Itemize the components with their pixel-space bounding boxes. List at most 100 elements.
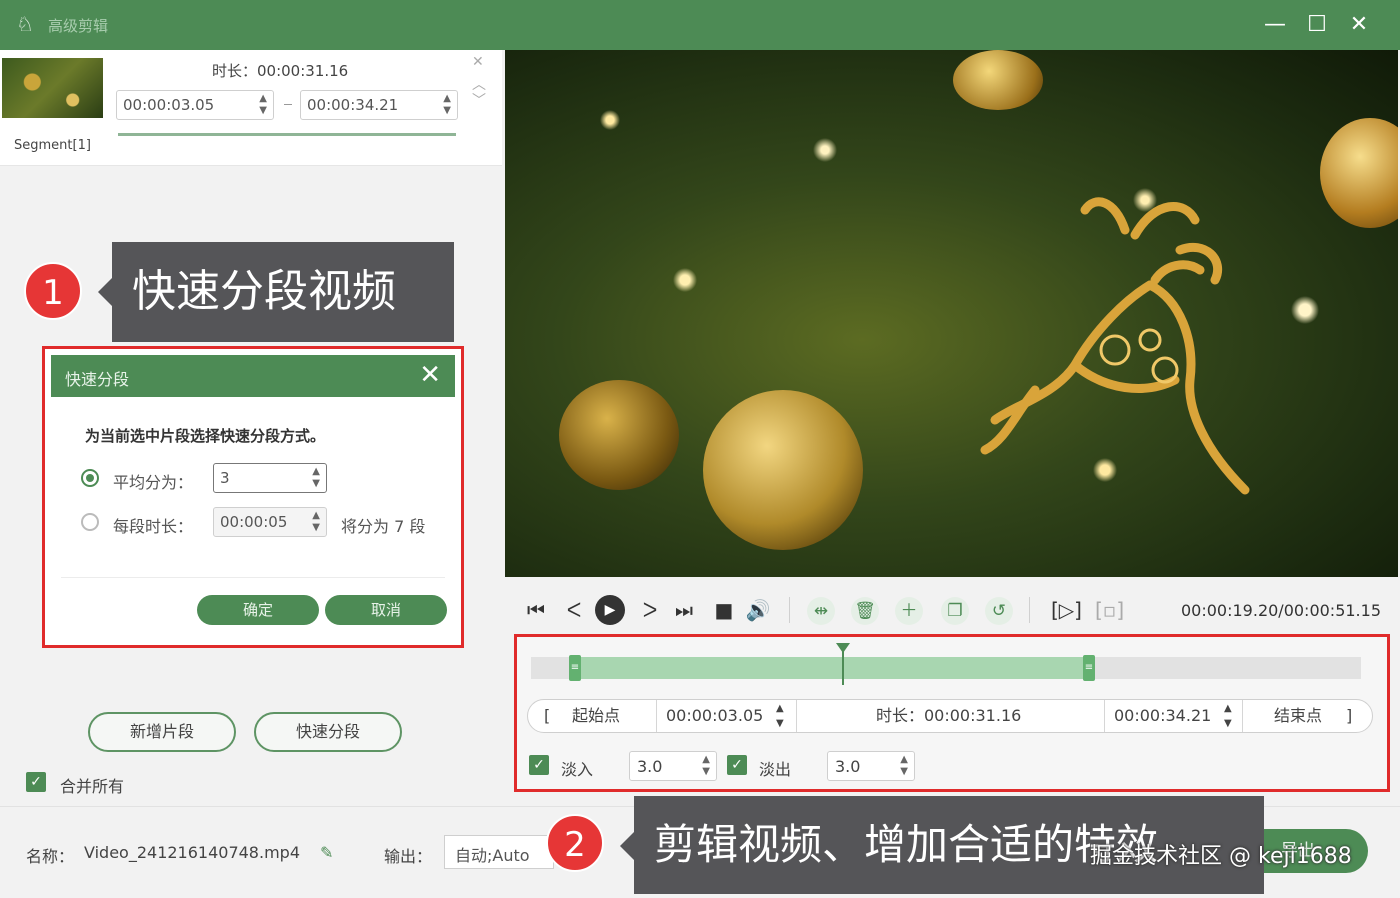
add-icon[interactable]: ＋ — [895, 597, 923, 625]
fullscreen-icon[interactable]: [▫] — [1095, 597, 1124, 623]
fade-out-checkbox[interactable]: ✓ — [727, 755, 747, 775]
range-end-value[interactable]: 00:00:34.21 — [1114, 700, 1211, 732]
output-filename: Video_241216140748.mp4 — [84, 843, 300, 862]
range-divider — [1242, 700, 1243, 732]
output-select-value: 自动;Auto — [455, 846, 530, 865]
video-preview[interactable] — [505, 50, 1398, 577]
split-duration-label: 每段时长： — [113, 517, 194, 536]
ornament-image — [703, 390, 863, 550]
skip-to-start-icon[interactable]: ⏮ — [523, 597, 549, 623]
watermark: 掘金技术社区 @ keji1688 — [1090, 844, 1352, 869]
ornament-image — [559, 380, 679, 490]
toolbar-divider — [789, 597, 790, 623]
stepper-arrows-icon[interactable]: ▲ ▼ — [312, 510, 320, 534]
segment-duration: 时长：00:00:31.16 — [212, 62, 349, 80]
segment-card[interactable]: Segment[1] 时长：00:00:31.16 00:00:03.05 ▲ ▼… — [0, 50, 502, 166]
range-divider — [656, 700, 657, 732]
range-divider — [796, 700, 797, 732]
output-select[interactable]: 自动;Auto — [444, 835, 554, 869]
play-button[interactable]: ▶ — [595, 595, 625, 625]
split-count-note: 将分为 7 段 — [341, 517, 426, 536]
end-stepper-icon[interactable]: ▲ ▼ — [1224, 700, 1232, 732]
range-duration: 时长：00:00:31.16 — [876, 706, 1022, 725]
previous-frame-icon[interactable]: ᐸ — [561, 597, 587, 623]
start-stepper-icon[interactable]: ▲ ▼ — [776, 700, 784, 732]
fade-in-label: 淡入 — [561, 760, 594, 779]
fade-in-checkbox[interactable]: ✓ — [529, 755, 549, 775]
split-icon[interactable]: ⇹ — [807, 597, 835, 625]
segment-end-value: 00:00:34.21 — [307, 96, 399, 114]
fade-out-input[interactable]: 3.0 ▲ ▼ — [827, 751, 915, 781]
split-even-input[interactable]: 3 ▲ ▼ — [213, 463, 327, 493]
split-duration-input[interactable]: 00:00:05 ▲ ▼ — [213, 507, 327, 537]
timeline-editor-highlight: ≡ ≡ [ 起始点 00:00:03.05 ▲ ▼ 时长：00:00:31.16 … — [514, 634, 1390, 792]
dialog-divider — [61, 577, 445, 578]
playback-timecode: 00:00:19.20/00:00:51.15 — [1181, 601, 1381, 620]
callout-badge-2: 2 — [546, 814, 604, 872]
move-down-icon[interactable]: ﹀ — [472, 90, 486, 110]
set-start-bracket-icon[interactable]: [ — [544, 700, 550, 732]
copy-icon[interactable]: ❐ — [941, 597, 969, 625]
selected-range[interactable]: ≡ ≡ — [569, 655, 1095, 681]
set-start-button[interactable]: 起始点 — [572, 700, 620, 732]
dialog-close-icon[interactable]: ✕ — [419, 360, 441, 390]
range-start-handle[interactable]: ≡ — [569, 655, 581, 681]
split-duration-radio[interactable] — [81, 513, 99, 531]
set-end-bracket-icon[interactable]: ] — [1346, 700, 1352, 732]
toolbar-divider — [1029, 597, 1030, 623]
app-logo-icon: ♘ — [16, 12, 34, 36]
dialog-body: 为当前选中片段选择快速分段方式。 平均分为： 3 ▲ ▼ 每段时长： 00:00:… — [51, 397, 455, 639]
segment-end-input[interactable]: 00:00:34.21 ▲ ▼ — [300, 90, 458, 120]
merge-all-label: 合并所有 — [60, 777, 125, 796]
playhead[interactable] — [836, 643, 850, 685]
quick-split-dialog-highlight: 快速分段 ✕ 为当前选中片段选择快速分段方式。 平均分为： 3 ▲ ▼ 每段时长：… — [42, 346, 464, 648]
dialog-title: 快速分段 — [65, 370, 130, 389]
dialog-confirm-button[interactable]: 确定 — [197, 595, 319, 625]
segment-thumbnail[interactable] — [2, 58, 103, 118]
output-label: 输出： — [384, 847, 433, 866]
delete-icon[interactable]: 🗑 — [851, 597, 879, 625]
range-dash — [284, 104, 292, 105]
dialog-prompt: 为当前选中片段选择快速分段方式。 — [85, 427, 326, 445]
name-label: 名称： — [26, 847, 75, 866]
fade-out-label: 淡出 — [759, 760, 792, 779]
close-button[interactable]: ✕ — [1346, 12, 1372, 38]
maximize-button[interactable]: ☐ — [1304, 12, 1330, 38]
fade-in-input[interactable]: 3.0 ▲ ▼ — [629, 751, 717, 781]
range-divider — [1104, 700, 1105, 732]
merge-all-checkbox[interactable]: ✓ — [26, 772, 46, 792]
segment-name: Segment[1] — [14, 138, 91, 153]
stepper-arrows-icon[interactable]: ▲ ▼ — [702, 754, 710, 778]
stepper-arrows-icon[interactable]: ▲ ▼ — [312, 466, 320, 490]
range-start-value[interactable]: 00:00:03.05 — [666, 700, 763, 732]
skip-to-end-icon[interactable]: ⏭ — [671, 597, 697, 623]
delete-segment-icon[interactable]: ✕ — [472, 54, 484, 70]
reindeer-ornament-image — [980, 197, 1250, 495]
dialog-cancel-button[interactable]: 取消 — [325, 595, 447, 625]
stepper-arrows-icon[interactable]: ▲ ▼ — [259, 93, 267, 117]
segment-progress — [118, 133, 456, 136]
set-end-button[interactable]: 结束点 — [1274, 700, 1322, 732]
ornament-image — [1320, 118, 1398, 228]
quick-split-button[interactable]: 快速分段 — [254, 712, 402, 752]
fade-out-value: 3.0 — [835, 757, 861, 776]
split-even-radio[interactable] — [81, 469, 99, 487]
next-frame-icon[interactable]: ᐳ — [637, 597, 663, 623]
stop-icon[interactable]: ■ — [711, 597, 737, 623]
preview-segment-icon[interactable]: [▷] — [1051, 597, 1082, 623]
timeline-track[interactable]: ≡ ≡ — [531, 655, 1361, 681]
segment-start-input[interactable]: 00:00:03.05 ▲ ▼ — [116, 90, 274, 120]
window-title: 高级剪辑 — [48, 17, 109, 35]
edit-name-icon[interactable]: ✎ — [320, 843, 333, 862]
callout-badge-1: 1 — [24, 262, 82, 320]
stepper-arrows-icon[interactable]: ▲ ▼ — [443, 93, 451, 117]
volume-icon[interactable]: 🔊 — [745, 597, 771, 623]
callout-text-1: 快速分段视频 — [98, 242, 454, 342]
reset-icon[interactable]: ↺ — [985, 597, 1013, 625]
range-end-handle[interactable]: ≡ — [1083, 655, 1095, 681]
player-controls: ⏮ ᐸ ▶ ᐳ ⏭ ■ 🔊 ⇹ 🗑 ＋ ❐ ↺ [▷] [▫] 00:00:19… — [505, 577, 1398, 637]
add-segment-button[interactable]: 新增片段 — [88, 712, 236, 752]
stepper-arrows-icon[interactable]: ▲ ▼ — [900, 754, 908, 778]
minimize-button[interactable]: — — [1262, 12, 1288, 38]
segment-start-value: 00:00:03.05 — [123, 96, 215, 114]
